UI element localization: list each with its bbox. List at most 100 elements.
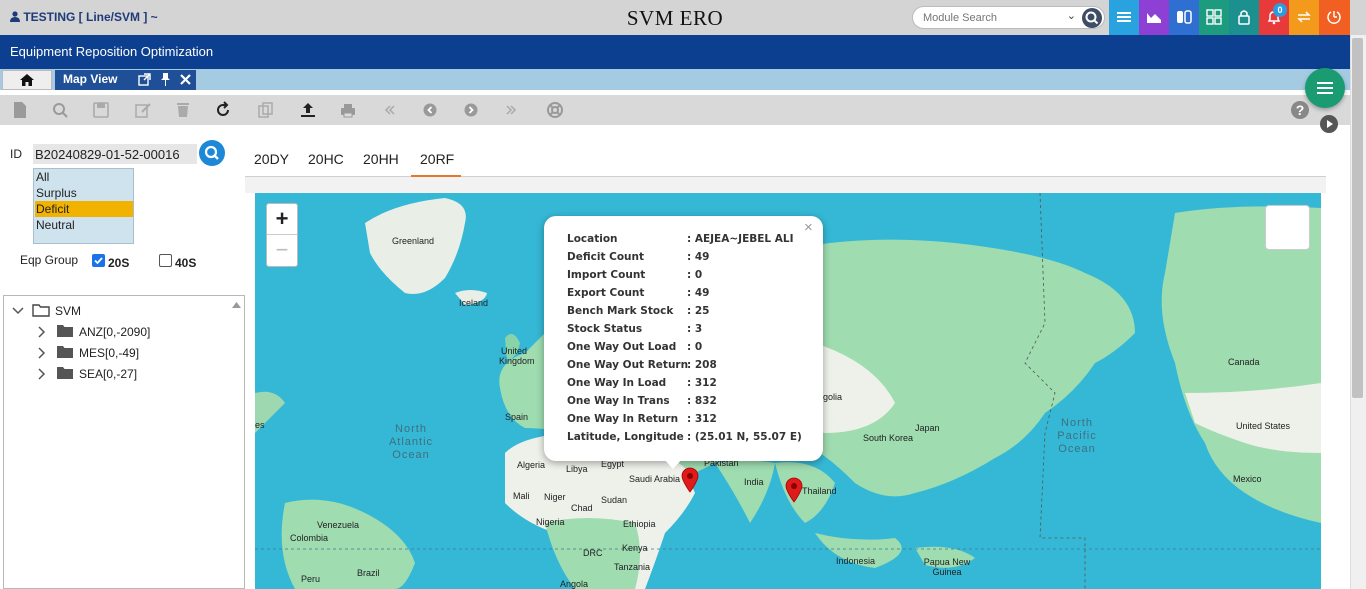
- location-popup: Location: AEJEA~JEBEL ALI Deficit Count:…: [544, 216, 823, 461]
- map-label-chad: Chad: [571, 503, 593, 513]
- next-icon[interactable]: [461, 100, 481, 120]
- last-icon[interactable]: [501, 100, 521, 120]
- location-tree[interactable]: SVM ANZ[0,-2090] MES[0,-49] SEA[0,-27]: [3, 295, 245, 589]
- map-label-mexico: Mexico: [1233, 474, 1262, 484]
- map-label-saudi: Saudi Arabia: [629, 474, 681, 484]
- tree-node[interactable]: ANZ[0,-2090]: [4, 322, 204, 342]
- save-icon[interactable]: [91, 100, 111, 120]
- first-icon[interactable]: [380, 100, 400, 120]
- scrollbar-thumb[interactable]: [1352, 38, 1363, 398]
- folder-icon: [57, 346, 73, 358]
- id-input[interactable]: [33, 144, 197, 164]
- hamburger-icon: [1317, 82, 1333, 94]
- status-option[interactable]: Neutral: [35, 217, 133, 233]
- user-menu[interactable]: TESTING [ Line/SVM ] ~: [10, 10, 158, 24]
- chevron-down-icon[interactable]: ⌄: [1067, 9, 1076, 22]
- menu-icon[interactable]: [1109, 0, 1139, 35]
- prev-icon[interactable]: [420, 100, 440, 120]
- chart-icon[interactable]: [1139, 0, 1169, 35]
- tree-node-label: ANZ[0,-2090]: [79, 325, 151, 339]
- tree-node-root[interactable]: SVM: [4, 301, 204, 321]
- user-label: TESTING [ Line/SVM ] ~: [23, 10, 158, 24]
- map-label-drc: DRC: [583, 548, 603, 558]
- map-label-png: Papua New Guinea: [923, 557, 971, 577]
- search-icon[interactable]: [50, 100, 70, 120]
- delete-icon[interactable]: [173, 100, 193, 120]
- module-search[interactable]: ⌄: [912, 6, 1105, 29]
- status-option[interactable]: Surplus: [35, 185, 133, 201]
- zoom-out-button[interactable]: −: [267, 235, 297, 266]
- tree-node[interactable]: SEA[0,-27]: [4, 364, 204, 384]
- map-layer-control[interactable]: [1265, 205, 1310, 250]
- chevron-right-icon[interactable]: [38, 347, 46, 359]
- map-label-india: India: [744, 477, 764, 487]
- copy-icon[interactable]: [256, 100, 276, 120]
- module-title: Equipment Reposition Optimization: [10, 44, 214, 59]
- status-listbox[interactable]: All Surplus Deficit Neutral: [33, 168, 134, 244]
- tab-home[interactable]: [2, 70, 52, 90]
- new-icon[interactable]: [10, 100, 30, 120]
- map-label-ethiopia: Ethiopia: [623, 519, 656, 529]
- user-icon: [10, 11, 20, 22]
- tree-node-label: SEA[0,-27]: [79, 367, 138, 381]
- map-label-greenland: Greenland: [392, 236, 435, 246]
- chevron-down-icon[interactable]: [12, 307, 24, 315]
- module-search-input[interactable]: [923, 10, 1073, 26]
- map-label-angola: Angola: [560, 579, 589, 589]
- floating-menu-button[interactable]: [1305, 68, 1345, 108]
- lock-icon[interactable]: [1229, 0, 1259, 35]
- external-link-icon[interactable]: [138, 73, 151, 86]
- tab-20dy[interactable]: 20DY: [254, 151, 289, 167]
- transfer-icon[interactable]: [1289, 0, 1319, 35]
- tab-20hh[interactable]: 20HH: [363, 151, 399, 167]
- search-icon[interactable]: [1082, 8, 1102, 28]
- map-label-libya: Libya: [566, 464, 588, 474]
- zoom-in-button[interactable]: +: [267, 204, 297, 235]
- tree-node-label: MES[0,-49]: [79, 346, 140, 360]
- eqp-group-label: Eqp Group: [20, 253, 79, 267]
- map-label-colombia: Colombia: [290, 533, 329, 543]
- map-label-kenya: Kenya: [622, 543, 648, 553]
- home-icon: [20, 74, 34, 86]
- popup-close-icon[interactable]: ×: [804, 219, 813, 236]
- map-label-niger: Niger: [544, 492, 566, 502]
- checkbox-20s[interactable]: [92, 254, 105, 267]
- map-label-peru: Peru: [301, 574, 321, 584]
- checkbox-20s-label: 20S: [108, 256, 130, 270]
- tree-node[interactable]: MES[0,-49]: [4, 343, 204, 363]
- app-title: SVM ERO: [626, 6, 724, 30]
- lifebuoy-icon[interactable]: [545, 100, 565, 120]
- map-label-japan: Japan: [915, 423, 940, 433]
- logout-icon[interactable]: [1319, 0, 1350, 35]
- scroll-up-icon[interactable]: [232, 302, 241, 308]
- tab-strip: [0, 69, 1350, 90]
- tab-20hc[interactable]: 20HC: [308, 151, 344, 167]
- edit-icon[interactable]: [133, 100, 153, 120]
- id-label: ID: [10, 147, 22, 161]
- pin-icon[interactable]: [160, 73, 171, 86]
- map-label-tanzania: Tanzania: [614, 562, 651, 572]
- map-marker-jebel-ali[interactable]: [681, 467, 699, 493]
- map-label-thailand: Thailand: [802, 486, 837, 496]
- print-icon[interactable]: [338, 100, 358, 120]
- status-option[interactable]: All: [35, 169, 133, 185]
- folder-open-icon: [32, 304, 50, 317]
- chevron-right-icon[interactable]: [38, 326, 46, 338]
- grid-icon[interactable]: [1199, 0, 1229, 35]
- map-label-us: United States: [1236, 421, 1291, 431]
- upload-icon[interactable]: [298, 100, 318, 120]
- checkbox-40s[interactable]: [159, 254, 172, 267]
- id-search-button[interactable]: [199, 140, 225, 166]
- tab-map-view[interactable]: Map View: [55, 70, 196, 90]
- map-label-spain: Spain: [505, 412, 529, 422]
- chevron-right-icon[interactable]: [38, 368, 46, 380]
- status-option-selected[interactable]: Deficit: [35, 201, 133, 217]
- refresh-icon[interactable]: [213, 100, 233, 120]
- tab-20rf[interactable]: 20RF: [411, 151, 461, 177]
- play-icon[interactable]: [1319, 114, 1339, 134]
- popup-tip: [663, 458, 683, 469]
- close-icon[interactable]: [180, 74, 191, 85]
- switch-icon[interactable]: [1169, 0, 1199, 35]
- tree-node-label: SVM: [55, 304, 82, 318]
- map-marker-thailand[interactable]: [785, 477, 803, 503]
